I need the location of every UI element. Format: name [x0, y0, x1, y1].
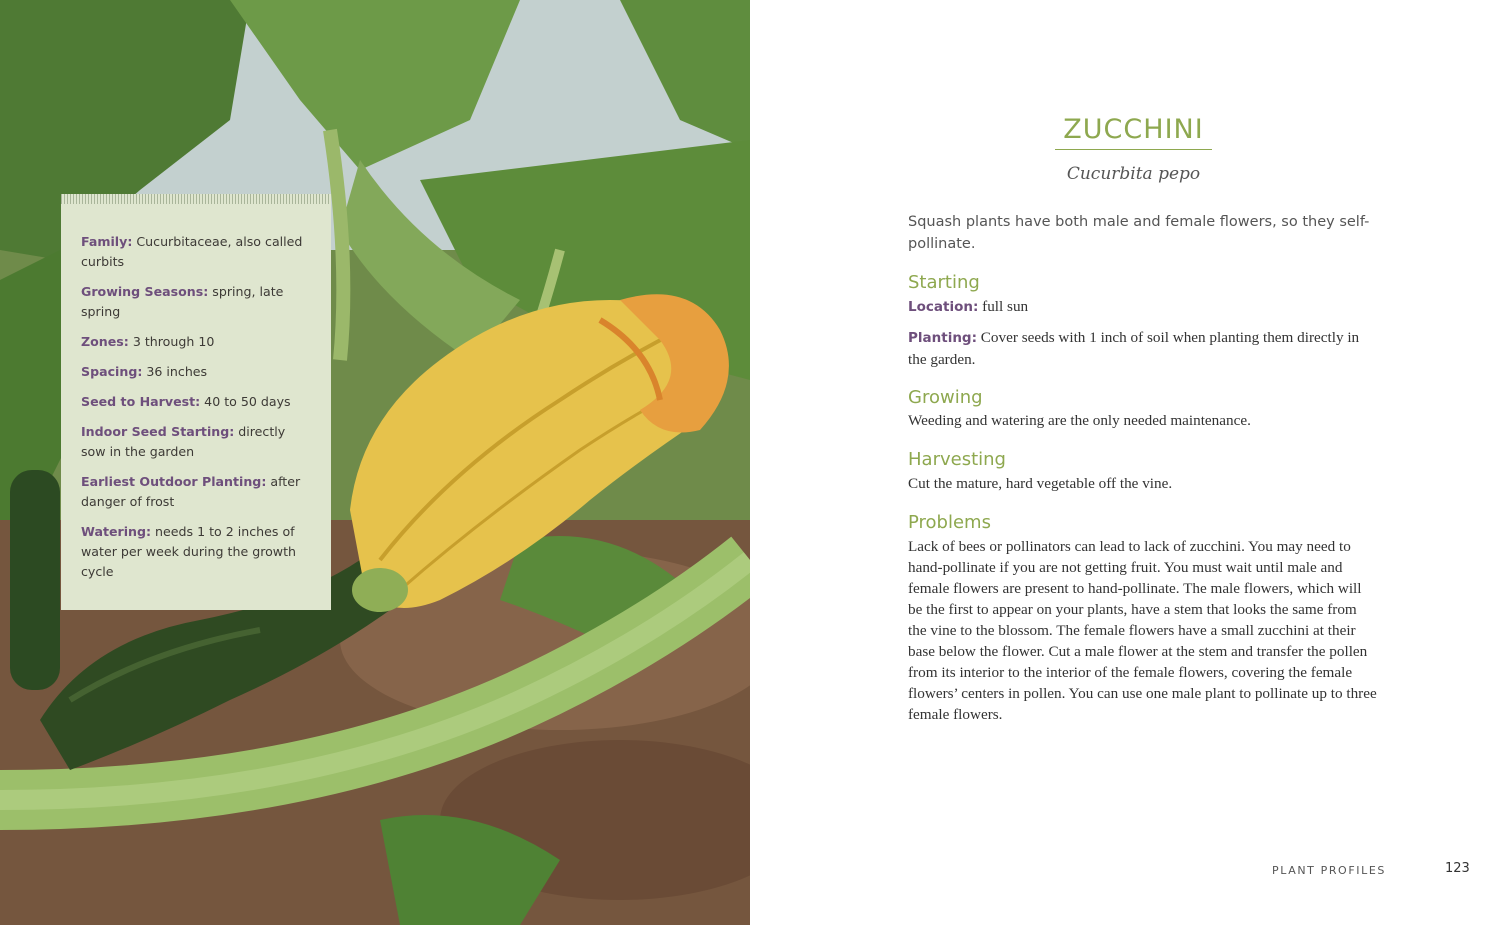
page-title: ZUCCHINI [1055, 114, 1212, 150]
intro-paragraph: Squash plants have both male and female … [908, 214, 1370, 252]
section-heading-growing: Growing [908, 387, 983, 408]
zucchini-photo: Family: Cucurbitaceae, also called curbi… [0, 0, 750, 925]
info-row-family: Family: Cucurbitaceae, also called curbi… [81, 232, 313, 272]
info-label: Spacing: [81, 364, 143, 379]
info-value: 36 inches [142, 364, 208, 379]
info-value: 40 to 50 days [200, 394, 291, 409]
plant-info-box: Family: Cucurbitaceae, also called curbi… [61, 194, 331, 610]
info-label: Seed to Harvest: [81, 394, 201, 409]
info-label: Family: [81, 234, 133, 249]
info-value: 3 through 10 [128, 334, 215, 349]
info-label: Growing Seasons: [81, 284, 209, 299]
section-heading-problems: Problems [908, 512, 991, 533]
problems-text: Lack of bees or pollinators can lead to … [908, 538, 1377, 723]
latin-name: Cucurbita pepo [1066, 164, 1201, 184]
info-row-earliest-outdoor-planting: Earliest Outdoor Planting: after danger … [81, 472, 313, 512]
location-value: full sun [978, 298, 1029, 315]
info-label: Watering: [81, 524, 152, 539]
info-row-indoor-seed-starting: Indoor Seed Starting: directly sow in th… [81, 422, 313, 462]
section-heading-harvesting: Harvesting [908, 449, 1006, 470]
info-label: Zones: [81, 334, 129, 349]
harvesting-text: Cut the mature, hard vegetable off the v… [908, 475, 1173, 492]
info-row-spacing: Spacing: 36 inches [81, 362, 313, 382]
info-row-seed-to-harvest: Seed to Harvest: 40 to 50 days [81, 392, 313, 412]
info-row-watering: Watering: needs 1 to 2 inches of water p… [81, 522, 313, 582]
starting-location: Location: full sun [908, 296, 1378, 318]
starting-planting: Planting: Cover seeds with 1 inch of soi… [908, 327, 1378, 370]
running-footer-section: PLANT PROFILES [1272, 864, 1386, 877]
info-box-ruler-decoration [61, 194, 331, 204]
location-label: Location: [908, 299, 979, 315]
section-heading-starting: Starting [908, 272, 980, 293]
info-label: Indoor Seed Starting: [81, 424, 235, 439]
growing-text: Weeding and watering are the only needed… [908, 412, 1251, 429]
page-number: 123 [1445, 861, 1470, 876]
planting-label: Planting: [908, 330, 977, 346]
info-row-zones: Zones: 3 through 10 [81, 332, 313, 352]
info-row-growing-seasons: Growing Seasons: spring, late spring [81, 282, 313, 322]
info-label: Earliest Outdoor Planting: [81, 474, 267, 489]
